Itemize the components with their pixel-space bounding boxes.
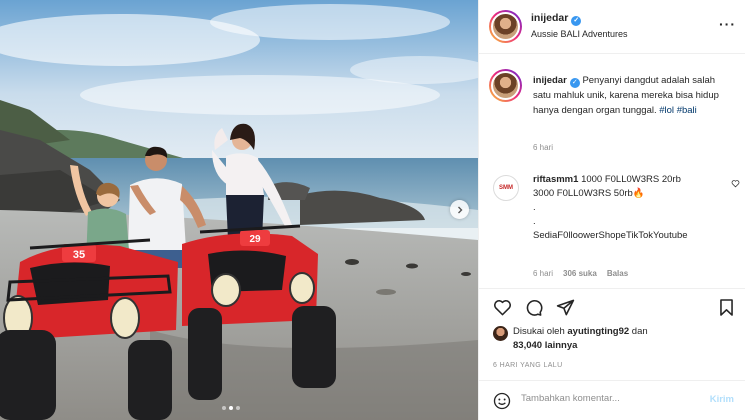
- reply-button[interactable]: Balas: [607, 269, 628, 278]
- author-username-row: inijedar ✓: [531, 12, 582, 26]
- more-options-icon: ···: [719, 16, 736, 32]
- comments-area: inijedar ✓ Penyanyi dangdut adalah salah …: [479, 55, 745, 287]
- commenter-username[interactable]: riftasmm1: [533, 174, 578, 185]
- caption-username[interactable]: inijedar: [533, 75, 567, 86]
- carousel-dot-active: [229, 406, 233, 410]
- likes-count[interactable]: 83,040 lainnya: [513, 340, 577, 351]
- comment-meta: 6 hari 306 suka Balas: [533, 269, 628, 278]
- caption-time: 6 hari: [533, 143, 554, 152]
- atv-left-number: 35: [73, 249, 85, 261]
- next-photo-button[interactable]: [450, 200, 469, 219]
- post-photo[interactable]: 35 29: [0, 0, 478, 420]
- atv-right-number: 29: [249, 234, 261, 245]
- post-date[interactable]: 6 HARI YANG LALU: [493, 362, 563, 369]
- liker-avatar[interactable]: [493, 326, 508, 341]
- comment-likes[interactable]: 306 suka: [563, 269, 597, 278]
- caption-text: inijedar ✓ Penyanyi dangdut adalah salah …: [533, 73, 733, 118]
- comment-like-heart-icon[interactable]: [731, 179, 740, 188]
- comment-input[interactable]: [521, 393, 701, 404]
- post-details-panel: inijedar ✓ Aussie BALI Adventures ··· ini…: [478, 0, 745, 420]
- carousel-dots: [222, 406, 240, 410]
- author-username[interactable]: inijedar: [531, 12, 568, 24]
- hashtag-link[interactable]: #bali: [677, 105, 697, 116]
- hashtag-link[interactable]: #lol: [659, 105, 674, 116]
- liked-by-conjunction: dan: [631, 326, 648, 337]
- heart-icon[interactable]: [493, 298, 512, 317]
- author-avatar[interactable]: [489, 10, 522, 43]
- verified-badge-icon: ✓: [569, 78, 580, 88]
- post-comment-button[interactable]: Kirim: [710, 394, 734, 405]
- bookmark-icon[interactable]: [717, 298, 736, 317]
- paper-plane-icon[interactable]: [556, 298, 575, 317]
- liker-username[interactable]: ayutingting92: [567, 326, 629, 337]
- post-header: inijedar ✓ Aussie BALI Adventures ···: [479, 0, 745, 54]
- smiley-icon[interactable]: [493, 392, 511, 410]
- beach-atv-photo: 35 29: [0, 0, 478, 420]
- chevron-right-icon: [457, 206, 462, 213]
- liked-by-prefix: Disukai oleh: [513, 326, 565, 337]
- comment-text: riftasmm1 1000 F0LL0W3RS 20rb 3000 F0LL0…: [533, 173, 728, 243]
- post-location[interactable]: Aussie BALI Adventures: [531, 29, 628, 39]
- liked-by: Disukai oleh ayutingting92 dan 83,040 la…: [493, 325, 648, 353]
- commenter-avatar[interactable]: SMM: [493, 175, 519, 201]
- comment-icon[interactable]: [524, 298, 543, 317]
- more-options-button[interactable]: ···: [719, 16, 736, 32]
- verified-badge-icon: ✓: [571, 16, 582, 26]
- caption-avatar[interactable]: [489, 69, 522, 102]
- carousel-dot: [222, 406, 226, 410]
- liked-by-text: Disukai oleh ayutingting92 dan 83,040 la…: [513, 325, 648, 353]
- comment-time: 6 hari: [533, 269, 554, 278]
- carousel-dot: [236, 406, 240, 410]
- add-comment-bar: Kirim: [479, 380, 745, 420]
